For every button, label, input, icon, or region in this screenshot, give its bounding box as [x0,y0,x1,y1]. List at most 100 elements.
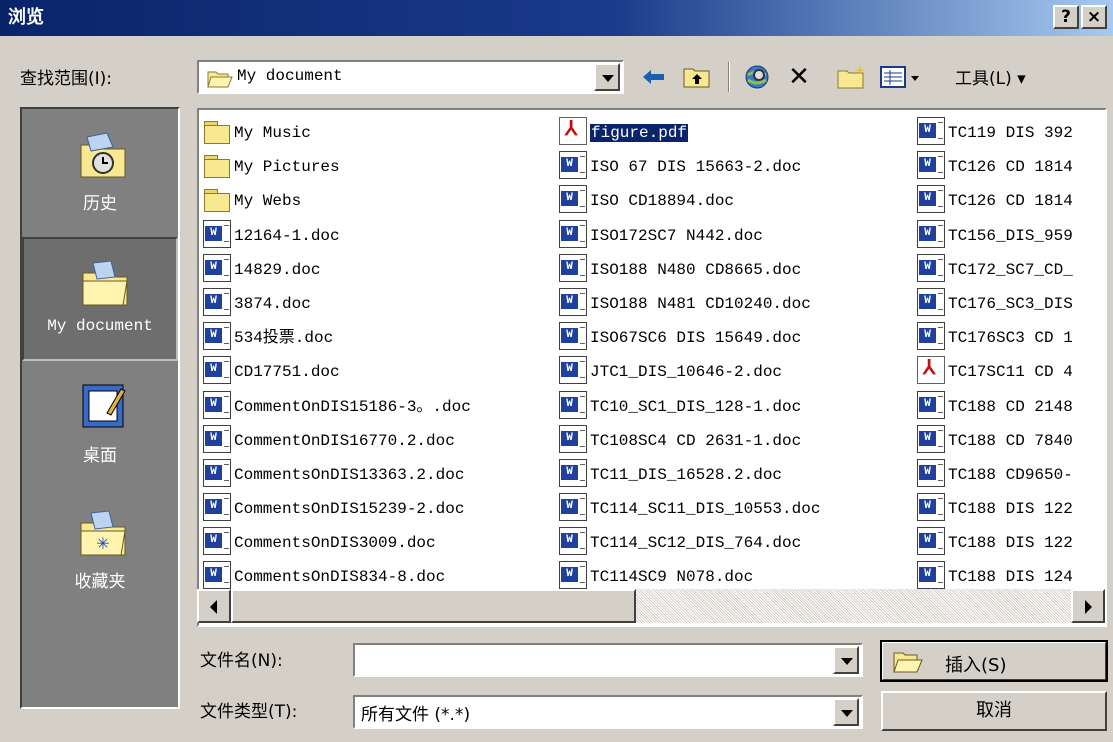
word-doc-icon: W [559,322,587,351]
word-doc-icon: W [917,322,945,351]
tools-menu[interactable]: 工具(L) ▾ [955,64,1026,89]
file-item[interactable]: W ISO 67 DIS 15663-2.doc [559,150,820,184]
lookin-label: 查找范围(I): [20,69,113,89]
file-item[interactable]: W ISO67SC6 DIS 15649.doc [559,321,820,355]
file-item[interactable]: W TC119 DIS 392 [917,116,1073,150]
file-item[interactable]: W CommentsOnDIS15239-2.doc [203,492,471,526]
file-name: ISO188 N481 CD10240.doc [590,294,811,313]
file-item[interactable]: W ISO188 N481 CD10240.doc [559,287,820,321]
file-item[interactable]: W ISO172SC7 N442.doc [559,219,820,253]
filetype-dropdown-button[interactable] [833,698,859,726]
file-item[interactable]: W TC108SC4 CD 2631-1.doc [559,424,820,458]
file-item[interactable]: W CommentOnDIS15186-3。.doc [203,390,471,424]
word-doc-icon: W [559,561,587,590]
file-item[interactable]: My Webs [203,184,471,218]
file-name: ISO 67 DIS 15663-2.doc [590,158,802,177]
lookin-dropdown-button[interactable] [594,63,620,91]
cancel-button[interactable]: 取消 [881,691,1107,731]
help-button[interactable]: ? [1053,5,1079,29]
word-doc-icon: W [917,287,945,316]
file-item[interactable]: W TC156_DIS_959 [917,219,1073,253]
file-item[interactable]: ⅄ figure.pdf [559,116,820,150]
delete-x-icon[interactable]: ✕ [784,62,814,92]
file-item[interactable]: W TC126 CD 1814 [917,150,1073,184]
toolbar-separator [728,62,730,92]
new-folder-icon[interactable] [834,62,870,92]
word-doc-icon: W [559,424,587,453]
title-bar: 浏览 [0,0,1113,36]
word-doc-icon: W [203,253,231,282]
close-button[interactable]: × [1081,5,1107,29]
file-name: TC176_SC3_DIS [948,294,1073,313]
file-item[interactable]: W TC188 DIS 122 [917,526,1073,560]
file-item[interactable]: W TC114_SC12_DIS_764.doc [559,526,820,560]
views-icon[interactable] [878,62,926,92]
word-doc-icon: W [559,151,587,180]
file-item[interactable]: W 534投票.doc [203,321,471,355]
horizontal-scrollbar[interactable] [197,589,1107,625]
lookin-combo[interactable]: My document [197,60,624,94]
word-doc-icon: W [559,287,587,316]
file-item[interactable]: W TC172_SC7_CD_ [917,253,1073,287]
file-item[interactable]: W 3874.doc [203,287,471,321]
file-item[interactable]: W CommentOnDIS16770.2.doc [203,424,471,458]
scrollbar-thumb[interactable] [231,589,636,623]
file-item[interactable]: W ISO188 N480 CD8665.doc [559,253,820,287]
file-item[interactable]: W TC188 CD9650- [917,458,1073,492]
file-item[interactable]: W TC126 CD 1814 [917,184,1073,218]
filename-input[interactable] [353,643,863,677]
word-doc-icon: W [559,185,587,214]
file-item[interactable]: W TC11_DIS_16528.2.doc [559,458,820,492]
places-bar: 历史 My document 桌面 ✳ 收藏夹 [20,107,180,709]
file-item[interactable]: W TC10_SC1_DIS_128-1.doc [559,390,820,424]
place-desktop[interactable]: 桌面 [22,363,178,487]
window-title: 浏览 [8,7,44,28]
search-web-icon[interactable] [740,62,774,92]
word-doc-icon: W [559,356,587,385]
file-name: TC188 DIS 122 [948,534,1073,553]
file-item[interactable]: ⅄ TC17SC11 CD 4 [917,355,1073,389]
word-doc-icon: W [917,493,945,522]
folder-icon [203,151,231,179]
file-name: TC188 CD 2148 [948,397,1073,416]
file-item[interactable]: W JTC1_DIS_10646-2.doc [559,355,820,389]
scroll-left-button[interactable] [197,589,231,623]
file-name: CommentsOnDIS13363.2.doc [234,465,465,484]
file-item[interactable]: My Music [203,116,471,150]
word-doc-icon: W [559,493,587,522]
word-doc-icon: W [203,219,231,248]
file-item[interactable]: W TC114_SC11_DIS_10553.doc [559,492,820,526]
filename-dropdown-button[interactable] [833,646,859,674]
file-item[interactable]: W CD17751.doc [203,355,471,389]
word-doc-icon: W [559,527,587,556]
file-item[interactable]: W TC176_SC3_DIS [917,287,1073,321]
file-name: CommentsOnDIS15239-2.doc [234,500,465,519]
file-name: ISO67SC6 DIS 15649.doc [590,329,802,348]
file-item[interactable]: W CommentsOnDIS3009.doc [203,526,471,560]
place-my-document[interactable]: My document [22,237,178,361]
insert-button[interactable]: 插入(S) [880,640,1108,682]
place-favorites[interactable]: ✳ 收藏夹 [22,489,178,613]
scroll-right-button[interactable] [1071,589,1105,623]
file-item[interactable]: W TC188 DIS 122 [917,492,1073,526]
file-item[interactable]: W 12164-1.doc [203,219,471,253]
file-item[interactable]: W CommentsOnDIS13363.2.doc [203,458,471,492]
file-item[interactable]: W 14829.doc [203,253,471,287]
file-item[interactable]: W ISO CD18894.doc [559,184,820,218]
file-list[interactable]: My Music My Pictures My Webs W 12164-1.doc W 1… [197,108,1107,627]
file-item[interactable]: W TC176SC3 CD 1 [917,321,1073,355]
filetype-select[interactable]: 所有文件 (*.*) [353,695,863,729]
file-name: TC188 DIS 122 [948,500,1073,519]
file-item[interactable]: W TC188 CD 7840 [917,424,1073,458]
place-label: 历史 [83,194,117,214]
filename-label: 文件名(N): [200,651,283,671]
word-doc-icon: W [203,287,231,316]
word-doc-icon: W [203,356,231,385]
place-label: 桌面 [83,446,117,466]
file-item[interactable]: My Pictures [203,150,471,184]
up-folder-icon[interactable] [680,62,714,92]
place-label: My document [47,317,153,335]
back-arrow-icon[interactable] [638,62,670,92]
place-history[interactable]: 历史 [22,111,178,235]
file-item[interactable]: W TC188 CD 2148 [917,390,1073,424]
